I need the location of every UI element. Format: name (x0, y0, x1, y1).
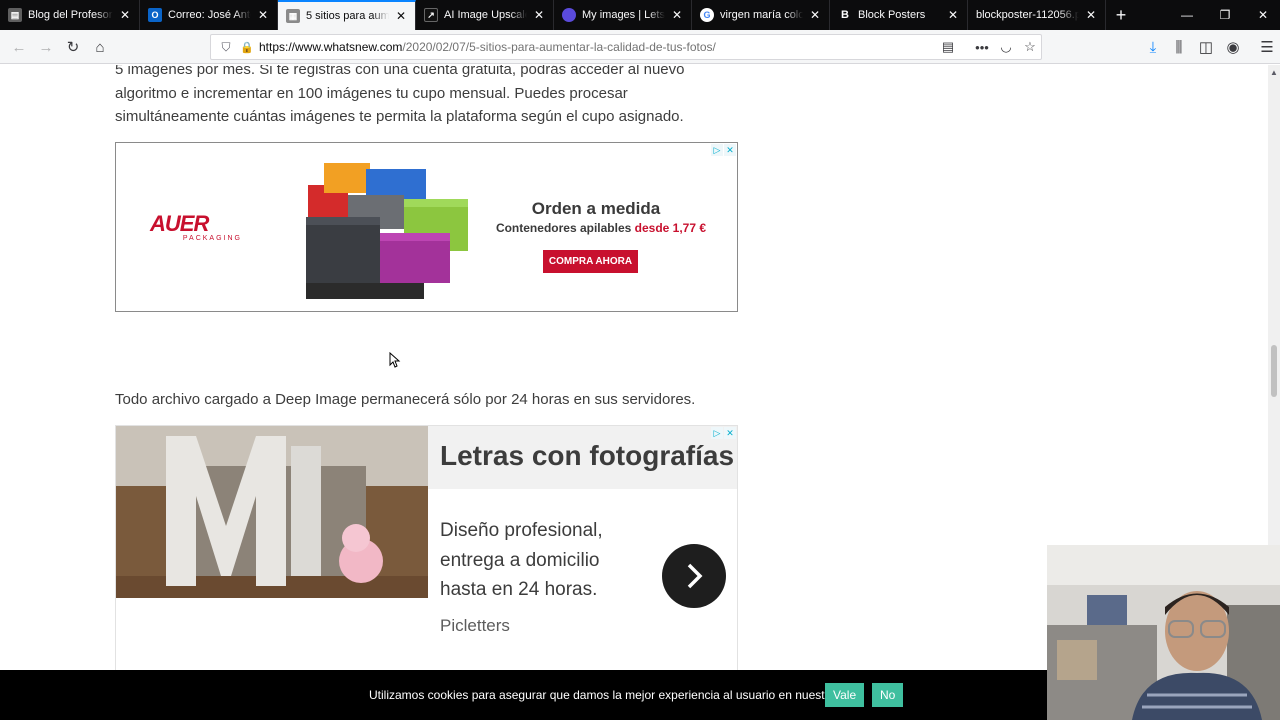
cookie-accept-button[interactable]: Vale (825, 683, 865, 707)
close-icon[interactable]: ✕ (393, 8, 409, 24)
page-icon: ▦ (286, 9, 300, 23)
picletters-advertisement[interactable]: Letras con fotografías ▷ ✕ Diseño profes… (115, 425, 738, 670)
close-window-icon[interactable]: ✕ (1244, 0, 1280, 30)
ad-body: Diseño profesional, entrega a domicilio … (440, 520, 603, 600)
url-domain: https://www.whatsnew.com (259, 40, 403, 54)
tab-ai-image-upscaler[interactable]: ↗ AI Image Upscaler ✕ (416, 0, 554, 30)
lock-icon[interactable]: 🔒 (237, 41, 257, 54)
close-icon[interactable]: ✕ (669, 7, 685, 23)
tab-blockposter-pdf[interactable]: blockposter-112056.pdf ✕ (968, 0, 1106, 30)
upscaler-icon: ↗ (424, 8, 438, 22)
address-bar[interactable]: ⛉ 🔒 https://www.whatsnew.com/2020/02/07/… (210, 34, 1042, 60)
tab-letsenhance[interactable]: My images | LetsEnhance ✕ (554, 0, 692, 30)
article-paragraph: Todo archivo cargado a Deep Image perman… (115, 391, 696, 408)
tab-strip: ▤ Blog del Profesorado ✕ O Correo: José … (0, 0, 1280, 30)
block-posters-icon: B (841, 9, 849, 21)
tab-5-sitios[interactable]: ▦ 5 sitios para aumentar ✕ (278, 0, 416, 30)
auer-advertisement[interactable]: ▷ ✕ AUER PACKAGING Orden a medida Conten… (115, 142, 738, 312)
url-path: /2020/02/07/5-sitios-para-aumentar-la-ca… (402, 40, 716, 54)
sidebar-icon[interactable]: ◫ (1194, 35, 1218, 59)
ad-close-icon[interactable]: ✕ (724, 427, 736, 439)
ad-subline: Contenedores apilables desde 1,77 € (476, 221, 726, 235)
google-icon: G (700, 8, 714, 22)
scroll-up-icon[interactable]: ▲ (1268, 65, 1280, 79)
ad-next-button[interactable] (662, 544, 726, 608)
tab-title: Block Posters (858, 9, 926, 21)
ad-subline-text: Contenedores apilables (495, 221, 632, 235)
webcam-overlay (1047, 545, 1280, 720)
tab-title: AI Image Upscaler (444, 9, 527, 21)
blog-icon: ▤ (8, 8, 22, 22)
stacked-crates-image (306, 163, 468, 299)
close-icon[interactable]: ✕ (945, 7, 961, 23)
page-actions-icon[interactable]: ••• (971, 37, 993, 57)
ad-price: desde 1,77 € (634, 221, 707, 235)
ad-choices[interactable]: ▷ ✕ (710, 144, 736, 156)
navigation-toolbar: ← → ↻ ⌂ ⛉ 🔒 https://www.whatsnew.com/202… (0, 30, 1280, 64)
close-icon[interactable]: ✕ (531, 7, 547, 23)
home-icon[interactable]: ⌂ (88, 35, 112, 59)
outlook-icon: O (148, 8, 162, 22)
close-icon[interactable]: ✕ (807, 7, 823, 23)
new-tab-button[interactable]: + (1106, 0, 1136, 30)
ad-title: Letras con fotografías (440, 440, 735, 471)
letsenhance-icon (562, 8, 576, 22)
menu-icon[interactable]: ☰ (1255, 35, 1279, 59)
article-paragraph: 5 imágenes por mes. Si te registras con … (115, 65, 685, 125)
scrollbar-thumb[interactable] (1271, 345, 1277, 397)
buy-now-button[interactable]: COMPRA AHORA (543, 250, 638, 273)
tab-google-search[interactable]: G virgen maría colorear ✕ (692, 0, 830, 30)
close-icon[interactable]: ✕ (255, 7, 271, 23)
tab-correo[interactable]: O Correo: José Antonio ✕ (140, 0, 278, 30)
photo-letters-image (116, 426, 428, 598)
cookie-reject-button[interactable]: No (872, 683, 904, 707)
tab-title: My images | LetsEnhance (582, 9, 665, 21)
tracking-shield-icon[interactable]: ⛉ (215, 40, 237, 55)
mouse-cursor-icon (389, 352, 401, 368)
back-icon[interactable]: ← (7, 35, 31, 59)
ad-headline: Orden a medida (531, 199, 661, 218)
tab-blog-profesorado[interactable]: ▤ Blog del Profesorado ✕ (0, 0, 140, 30)
ad-choices-icon[interactable]: ▷ (711, 427, 723, 439)
tab-title: blockposter-112056.pdf (976, 9, 1079, 21)
downloads-icon[interactable]: ⤓ (1141, 35, 1165, 59)
tab-title: Correo: José Antonio (168, 9, 251, 21)
close-icon[interactable]: ✕ (117, 7, 133, 23)
auer-logo-name: AUER (150, 211, 209, 236)
tab-block-posters[interactable]: B Block Posters ✕ (830, 0, 968, 30)
ad-close-icon[interactable]: ✕ (724, 144, 736, 156)
auer-logo-sub: PACKAGING (182, 235, 242, 242)
close-icon[interactable]: ✕ (1083, 7, 1099, 23)
chevron-right-icon (687, 563, 703, 589)
reader-view-icon[interactable]: ▤ (937, 37, 959, 57)
tab-title: Blog del Profesorado (28, 9, 113, 21)
ad-brand: Picletters (440, 616, 510, 635)
minimize-icon[interactable]: ― (1168, 0, 1206, 30)
ad-choices[interactable]: ▷ ✕ (710, 427, 736, 439)
forward-icon[interactable]: → (34, 35, 58, 59)
auer-logo: AUER PACKAGING (150, 213, 242, 243)
restore-icon[interactable]: ❐ (1206, 0, 1244, 30)
cookie-message: Utilizamos cookies para asegurar que dam… (369, 688, 864, 702)
account-icon[interactable]: ◉ (1221, 35, 1245, 59)
library-icon[interactable]: ⫼ (1167, 35, 1191, 59)
url-text[interactable]: https://www.whatsnew.com/2020/02/07/5-si… (259, 40, 716, 54)
tab-title: 5 sitios para aumentar (306, 10, 389, 22)
reload-icon[interactable]: ↻ (61, 35, 85, 59)
ad-choices-icon[interactable]: ▷ (711, 144, 723, 156)
bookmark-star-icon[interactable]: ☆ (1019, 37, 1041, 57)
tab-title: virgen maría colorear (720, 9, 803, 21)
pocket-icon[interactable]: ◡ (995, 37, 1017, 57)
